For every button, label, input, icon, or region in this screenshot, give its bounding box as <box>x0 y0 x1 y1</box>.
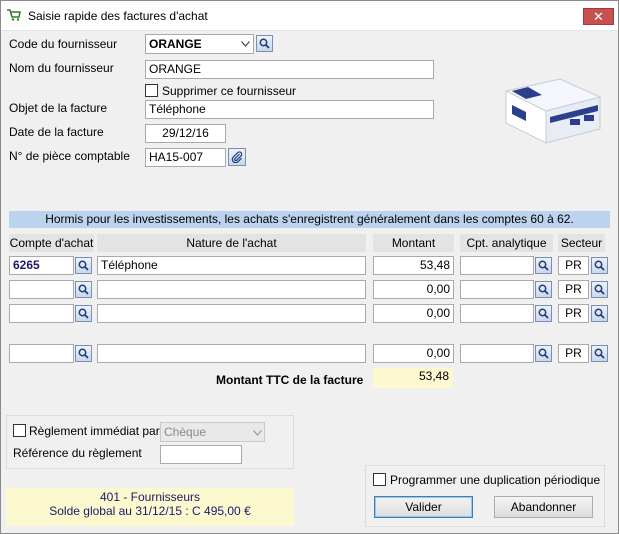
account-input[interactable] <box>9 344 74 363</box>
piece-number-input[interactable]: HA15-007 <box>145 148 226 167</box>
sector-search-button[interactable] <box>591 281 608 298</box>
analytic-input[interactable] <box>460 344 534 363</box>
search-icon <box>538 308 549 319</box>
supplier-name-label: Nom du fournisseur <box>9 61 114 75</box>
nature-input[interactable] <box>97 344 366 363</box>
paperclip-icon <box>231 151 243 163</box>
window-title: Saisie rapide des factures d'achat <box>28 9 208 23</box>
nature-input[interactable] <box>97 304 366 323</box>
sector-search-button[interactable] <box>591 257 608 274</box>
account-input[interactable] <box>9 280 74 299</box>
header-sector: Secteur <box>558 234 605 252</box>
amount-input[interactable]: 0,00 <box>373 304 454 323</box>
invoice-date-label: Date de la facture <box>9 125 104 139</box>
search-icon <box>78 348 89 359</box>
search-icon <box>594 348 605 359</box>
total-label: Montant TTC de la facture <box>216 373 364 387</box>
search-icon <box>78 260 89 271</box>
nature-input[interactable]: Téléphone <box>97 256 366 275</box>
supplier-account-info: 401 - Fournisseurs Solde global au 31/12… <box>6 488 294 526</box>
search-icon <box>538 260 549 271</box>
analytic-search-button[interactable] <box>535 257 552 274</box>
cancel-button[interactable]: Abandonner <box>494 496 593 518</box>
header-analytic: Cpt. analytique <box>460 234 553 252</box>
analytic-search-button[interactable] <box>535 281 552 298</box>
validate-button[interactable]: Valider <box>374 496 473 518</box>
analytic-search-button[interactable] <box>535 345 552 362</box>
attach-document-button[interactable] <box>228 148 246 166</box>
piece-number-label: N° de pièce comptable <box>9 149 130 163</box>
amount-input[interactable]: 53,48 <box>373 256 454 275</box>
search-icon <box>538 348 549 359</box>
account-search-button[interactable] <box>75 305 92 322</box>
search-icon <box>78 308 89 319</box>
search-icon <box>78 284 89 295</box>
cart-icon <box>7 9 21 21</box>
supplier-code-select[interactable]: ORANGE <box>145 34 254 54</box>
account-search-button[interactable] <box>75 281 92 298</box>
header-account: Compte d'achat <box>9 234 94 252</box>
account-search-button[interactable] <box>75 345 92 362</box>
invoice-object-label: Objet de la facture <box>9 101 108 115</box>
sector-input[interactable]: PR <box>558 256 589 275</box>
amount-input[interactable]: 0,00 <box>373 344 454 363</box>
duplication-label: Programmer une duplication périodique <box>390 473 601 487</box>
search-icon <box>259 38 270 49</box>
analytic-input[interactable] <box>460 280 534 299</box>
supplier-name-input[interactable]: ORANGE <box>145 60 434 79</box>
header-amount: Montant <box>373 234 454 252</box>
supplier-balance-line: Solde global au 31/12/15 : C 495,00 € <box>49 504 251 518</box>
supplier-code-value: ORANGE <box>149 37 202 51</box>
total-value: 53,48 <box>373 368 453 388</box>
delete-supplier-label: Supprimer ce fournisseur <box>162 84 297 98</box>
search-icon <box>594 308 605 319</box>
invoice-object-input[interactable]: Téléphone <box>145 100 434 119</box>
analytic-input[interactable] <box>460 256 534 275</box>
amount-input[interactable]: 0,00 <box>373 280 454 299</box>
supplier-account-line: 401 - Fournisseurs <box>99 490 201 504</box>
search-icon <box>538 284 549 295</box>
immediate-payment-checkbox[interactable] <box>13 424 26 437</box>
supplier-search-button[interactable] <box>256 35 273 52</box>
account-search-button[interactable] <box>75 257 92 274</box>
sector-input[interactable]: PR <box>558 344 589 363</box>
chevron-down-icon <box>253 430 262 436</box>
payment-reference-input[interactable] <box>160 445 242 464</box>
account-input[interactable]: 6265 <box>9 256 74 275</box>
invoice-date-input[interactable]: 29/12/16 <box>145 124 226 143</box>
analytic-search-button[interactable] <box>535 305 552 322</box>
nature-input[interactable] <box>97 280 366 299</box>
supplier-code-label: Code du fournisseur <box>9 37 118 51</box>
payment-reference-label: Référence du règlement <box>13 446 142 460</box>
payment-method-select[interactable]: Chèque <box>160 422 265 442</box>
sector-input[interactable]: PR <box>558 304 589 323</box>
sector-search-button[interactable] <box>591 305 608 322</box>
sector-input[interactable]: PR <box>558 280 589 299</box>
invoice-window: Saisie rapide des factures d'achat ✕ Cod… <box>0 0 619 534</box>
analytic-input[interactable] <box>460 304 534 323</box>
duplication-checkbox[interactable] <box>373 473 386 486</box>
immediate-payment-label: Règlement immédiat par <box>29 424 160 438</box>
account-input[interactable] <box>9 304 74 323</box>
search-icon <box>594 284 605 295</box>
sector-search-button[interactable] <box>591 345 608 362</box>
payment-method-value: Chèque <box>164 425 207 439</box>
title-bar: Saisie rapide des factures d'achat ✕ <box>1 1 618 31</box>
close-button[interactable]: ✕ <box>583 8 614 25</box>
search-icon <box>594 260 605 271</box>
info-banner: Hormis pour les investissements, les ach… <box>9 211 610 228</box>
chevron-down-icon <box>241 41 250 47</box>
header-nature: Nature de l'achat <box>97 234 366 252</box>
delete-supplier-checkbox[interactable] <box>145 84 158 97</box>
invoice-box-illustration <box>504 78 602 144</box>
